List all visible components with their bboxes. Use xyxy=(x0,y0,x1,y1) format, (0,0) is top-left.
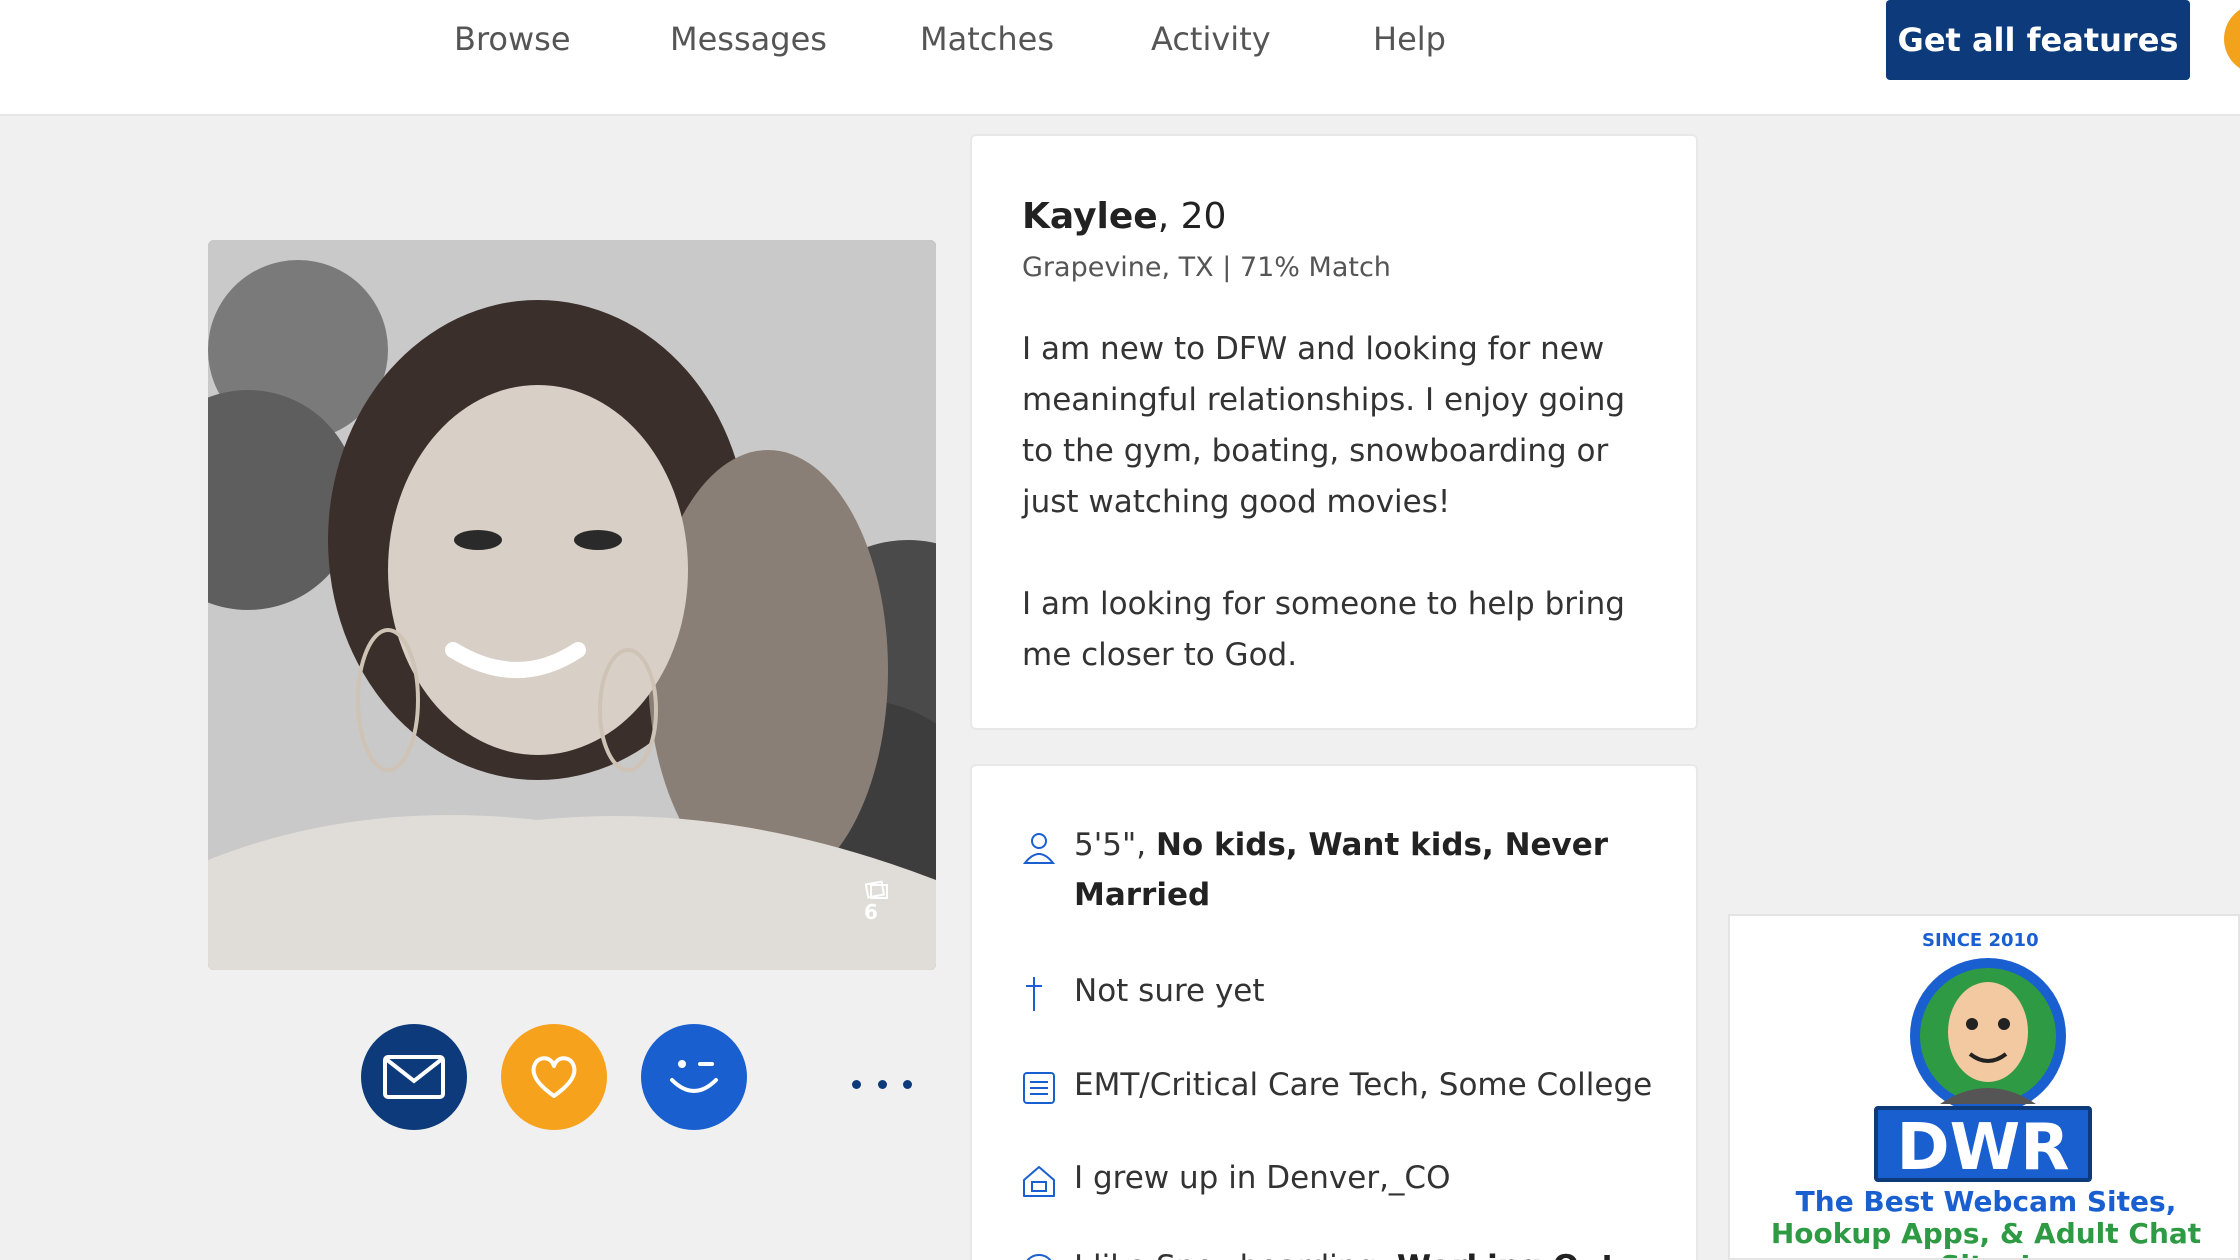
profile-age: , 20 xyxy=(1157,196,1227,237)
heart-icon xyxy=(531,1056,577,1098)
profile-name: Kaylee xyxy=(1022,196,1158,237)
nav-messages[interactable]: Messages xyxy=(670,20,827,58)
ad-tagline: The Best Webcam Sites, Hookup Apps, & Ad… xyxy=(1730,1185,2238,1259)
home-icon xyxy=(1022,1153,1074,1213)
bio-paragraph: I am looking for someone to help bring m… xyxy=(1022,586,1625,673)
location-match: Grapevine, TX | 71% Match xyxy=(1022,252,1391,283)
ad-logo: DWR xyxy=(1874,1106,2092,1185)
profile-photo-illustration xyxy=(208,240,936,970)
nav-browse[interactable]: Browse xyxy=(454,20,571,58)
wink-icon xyxy=(670,1060,718,1093)
person-icon xyxy=(1022,820,1074,880)
detail-hometown: I grew up in Denver,_CO xyxy=(1022,1153,1662,1213)
religion-value: Not sure yet xyxy=(1074,973,1265,1009)
profile-bio-card: Kaylee, 20 Grapevine, TX | 71% Match I a… xyxy=(970,134,1698,730)
send-message-button[interactable] xyxy=(361,1024,467,1130)
nav-help[interactable]: Help xyxy=(1373,20,1446,58)
advertisement-banner[interactable]: SINCE 2010 DWR The Best Webcam Sites, Ho… xyxy=(1728,914,2240,1260)
document-icon xyxy=(1022,1060,1074,1120)
envelope-icon xyxy=(383,1055,445,1099)
cross-icon xyxy=(1022,966,1074,1026)
photos-icon xyxy=(864,880,888,899)
profile-bio: I am new to DFW and looking for new mean… xyxy=(1022,324,1662,681)
detail-interests: I like Snowboarding, Working Out xyxy=(1022,1242,1662,1260)
detail-occupation: EMT/Critical Care Tech, Some College xyxy=(1022,1060,1662,1120)
photo-count-value: 6 xyxy=(864,900,878,924)
detail-basics: 5'5", No kids, Want kids, Never Married xyxy=(1022,820,1662,920)
profile-photo[interactable]: 6 xyxy=(208,240,936,970)
ad-mascot-badge xyxy=(1910,958,2066,1114)
interests-plain: I like Snowboarding, xyxy=(1074,1249,1397,1260)
profile-name-age: Kaylee, 20 xyxy=(1022,196,1226,237)
detail-religion: Not sure yet xyxy=(1022,966,1662,1026)
bio-paragraph: I am new to DFW and looking for new mean… xyxy=(1022,331,1626,520)
basics-height: 5'5", xyxy=(1074,827,1156,863)
user-avatar[interactable] xyxy=(2224,4,2240,74)
occupation-value: EMT/Critical Care Tech, Some College xyxy=(1074,1067,1653,1103)
smile-icon xyxy=(1022,1242,1074,1260)
more-dots-icon xyxy=(852,1079,861,1089)
ad-since-label: SINCE 2010 xyxy=(1922,930,2039,951)
photo-count[interactable]: 6 xyxy=(864,880,892,924)
more-options-button[interactable] xyxy=(852,1064,912,1104)
nav-activity[interactable]: Activity xyxy=(1151,20,1271,58)
get-all-features-button[interactable]: Get all features xyxy=(1886,0,2190,80)
profile-details-card: 5'5", No kids, Want kids, Never Married … xyxy=(970,764,1698,1260)
like-button[interactable] xyxy=(501,1024,607,1130)
ad-tagline-line-2: Hookup Apps, & Adult Chat Sites! xyxy=(1770,1217,2202,1259)
top-navigation-bar: Browse Messages Matches Activity Help Ge… xyxy=(0,0,2240,116)
interests-bold: Working Out xyxy=(1397,1249,1616,1260)
ad-tagline-line-1: The Best Webcam Sites, xyxy=(1795,1185,2177,1218)
hometown-value: I grew up in Denver,_CO xyxy=(1074,1160,1451,1196)
nav-matches[interactable]: Matches xyxy=(920,20,1054,58)
wink-button[interactable] xyxy=(641,1024,747,1130)
